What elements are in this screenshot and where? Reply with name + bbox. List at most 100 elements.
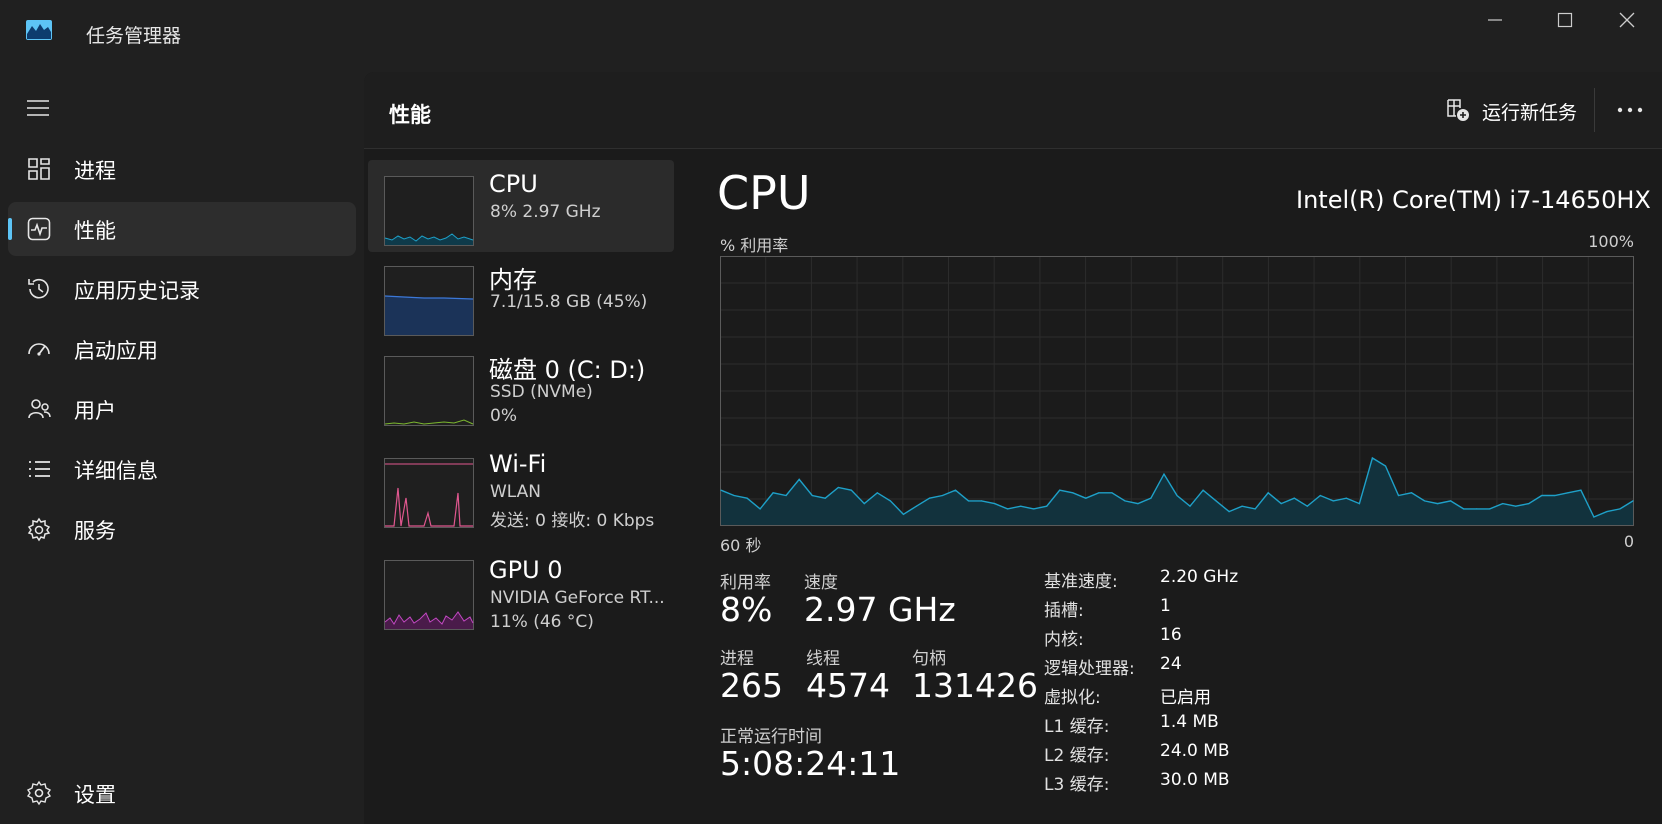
cpu-sample-point [1554, 494, 1556, 497]
graph-y-label: % 利用率 [720, 236, 789, 255]
startup-icon [26, 336, 52, 362]
graph-x-right-label: 0 [1623, 532, 1634, 551]
utilization-value: 8% [720, 590, 773, 629]
run-new-task-label: 运行新任务 [1482, 102, 1578, 124]
cpu-sample-point [1345, 497, 1347, 499]
cpu-sample-point [824, 497, 826, 499]
cpu-sample-point [981, 500, 983, 502]
cpu-sample-point [1267, 492, 1269, 494]
nav-label: 启动应用 [74, 339, 158, 363]
device-name: Wi-Fi [489, 450, 547, 478]
cpu-sample-point [811, 494, 813, 497]
cpu-sample-point [1124, 500, 1126, 502]
maximize-button[interactable] [1530, 0, 1600, 40]
cpu-sample-point [1189, 505, 1191, 507]
nav-item-app-history[interactable]: 应用历史记录 [8, 262, 356, 316]
cpu-sample-point [1515, 505, 1517, 507]
nav-item-startup-apps[interactable]: 启动应用 [8, 322, 356, 376]
more-options-icon [1617, 107, 1643, 113]
cpu-sample-point [1228, 511, 1230, 513]
cpu-sample-point [1163, 473, 1165, 475]
cpu-sample-point [1450, 500, 1452, 502]
cpu-sample-point [1541, 494, 1543, 497]
cpu-sample-point [1384, 465, 1387, 467]
nav-item-processes[interactable]: 进程 [8, 142, 356, 196]
spec-value: 16 [1160, 625, 1182, 645]
cpu-sample-point [928, 497, 931, 499]
cpu-sample-point [941, 494, 944, 497]
cpu-thumbnail-graph [384, 176, 474, 246]
spec-value: 已启用 [1160, 688, 1211, 708]
more-options-button[interactable] [1612, 96, 1648, 124]
cpu-sample-point [1072, 492, 1074, 494]
cpu-sample-point [720, 489, 722, 491]
cpu-sample-point [1280, 503, 1282, 505]
app-title: 任务管理器 [86, 25, 182, 47]
device-name: GPU 0 [489, 556, 563, 584]
cpu-sample-point [1619, 508, 1621, 510]
spec-key: 插槽: [1044, 601, 1084, 621]
minimize-icon [1488, 19, 1502, 21]
cpu-sample-point [1319, 494, 1321, 497]
device-item-gpu[interactable]: GPU 0 NVIDIA GeForce RT... 11% (46 °C) [368, 544, 674, 636]
nav-item-services[interactable]: 服务 [8, 502, 356, 556]
gear-icon [26, 780, 52, 806]
cpu-sample-point [1137, 503, 1139, 505]
cpu-sample-point [746, 497, 748, 499]
hamburger-menu-button[interactable] [26, 98, 50, 118]
nav-item-settings[interactable]: 设置 [8, 766, 356, 820]
nav-item-users[interactable]: 用户 [8, 382, 356, 436]
nav-label: 详细信息 [74, 459, 158, 483]
task-manager-logo-icon [26, 20, 52, 40]
nav-label: 服务 [74, 519, 116, 543]
users-icon [26, 396, 52, 422]
hamburger-icon [27, 100, 49, 116]
device-item-memory[interactable]: 内存 7.1/15.8 GB (45%) [368, 250, 674, 342]
device-item-cpu[interactable]: CPU 8% 2.97 GHz [368, 160, 674, 252]
cpu-sample-point [1567, 492, 1569, 494]
run-new-task-icon [1446, 98, 1470, 122]
detail-title: CPU [717, 166, 811, 220]
cpu-sample-point [1202, 489, 1204, 491]
device-item-wifi[interactable]: Wi-Fi WLAN 发送: 0 接收: 0 Kbps [368, 442, 674, 534]
nav-item-performance[interactable]: 性能 [8, 202, 356, 256]
details-icon [26, 456, 52, 482]
services-icon [26, 516, 52, 542]
device-stat: 8% 2.97 GHz [490, 202, 601, 222]
cpu-utilization-chart [720, 256, 1634, 526]
cpu-model: Intel(R) Core(TM) i7-14650HX [1296, 186, 1651, 214]
close-button[interactable] [1592, 0, 1662, 40]
device-stat: 7.1/15.8 GB (45%) [490, 292, 648, 312]
cpu-sample-point [1593, 516, 1595, 518]
cpu-sample-point [915, 505, 917, 507]
nav-label: 用户 [74, 399, 116, 423]
cpu-sample-point [1111, 492, 1113, 494]
cpu-sample-point [1502, 503, 1504, 505]
performance-icon [26, 216, 52, 242]
header-divider [1594, 88, 1595, 132]
cpu-sample-point [1580, 489, 1582, 491]
cpu-sample-point [1476, 508, 1478, 510]
handles-value: 131426 [912, 666, 1038, 705]
active-indicator [8, 218, 12, 240]
cpu-sample-point [1528, 503, 1530, 505]
nav-item-details[interactable]: 详细信息 [8, 442, 356, 496]
device-item-disk[interactable]: 磁盘 0 (C: D:) SSD (NVMe) 0% [368, 340, 674, 432]
cpu-sample-point [1371, 457, 1373, 459]
disk-thumbnail-graph [384, 356, 474, 426]
cpu-sample-point [1059, 489, 1061, 491]
spec-value: 30.0 MB [1160, 770, 1230, 790]
spec-value: 24 [1160, 654, 1182, 674]
spec-value: 2.20 GHz [1160, 567, 1239, 587]
spec-key: L2 缓存: [1044, 746, 1110, 766]
minimize-button[interactable] [1460, 0, 1530, 40]
device-stat-2: 发送: 0 接收: 0 Kbps [490, 511, 655, 531]
spec-value: 1.4 MB [1160, 712, 1219, 732]
spec-key: L1 缓存: [1044, 717, 1110, 737]
cpu-sample-point [1241, 505, 1243, 507]
cpu-sample-point [850, 489, 852, 491]
cpu-sample-point [1306, 505, 1308, 507]
cpu-sample-point [902, 513, 904, 515]
cpu-sample-point [837, 486, 839, 489]
cpu-sample-point [1293, 497, 1295, 499]
